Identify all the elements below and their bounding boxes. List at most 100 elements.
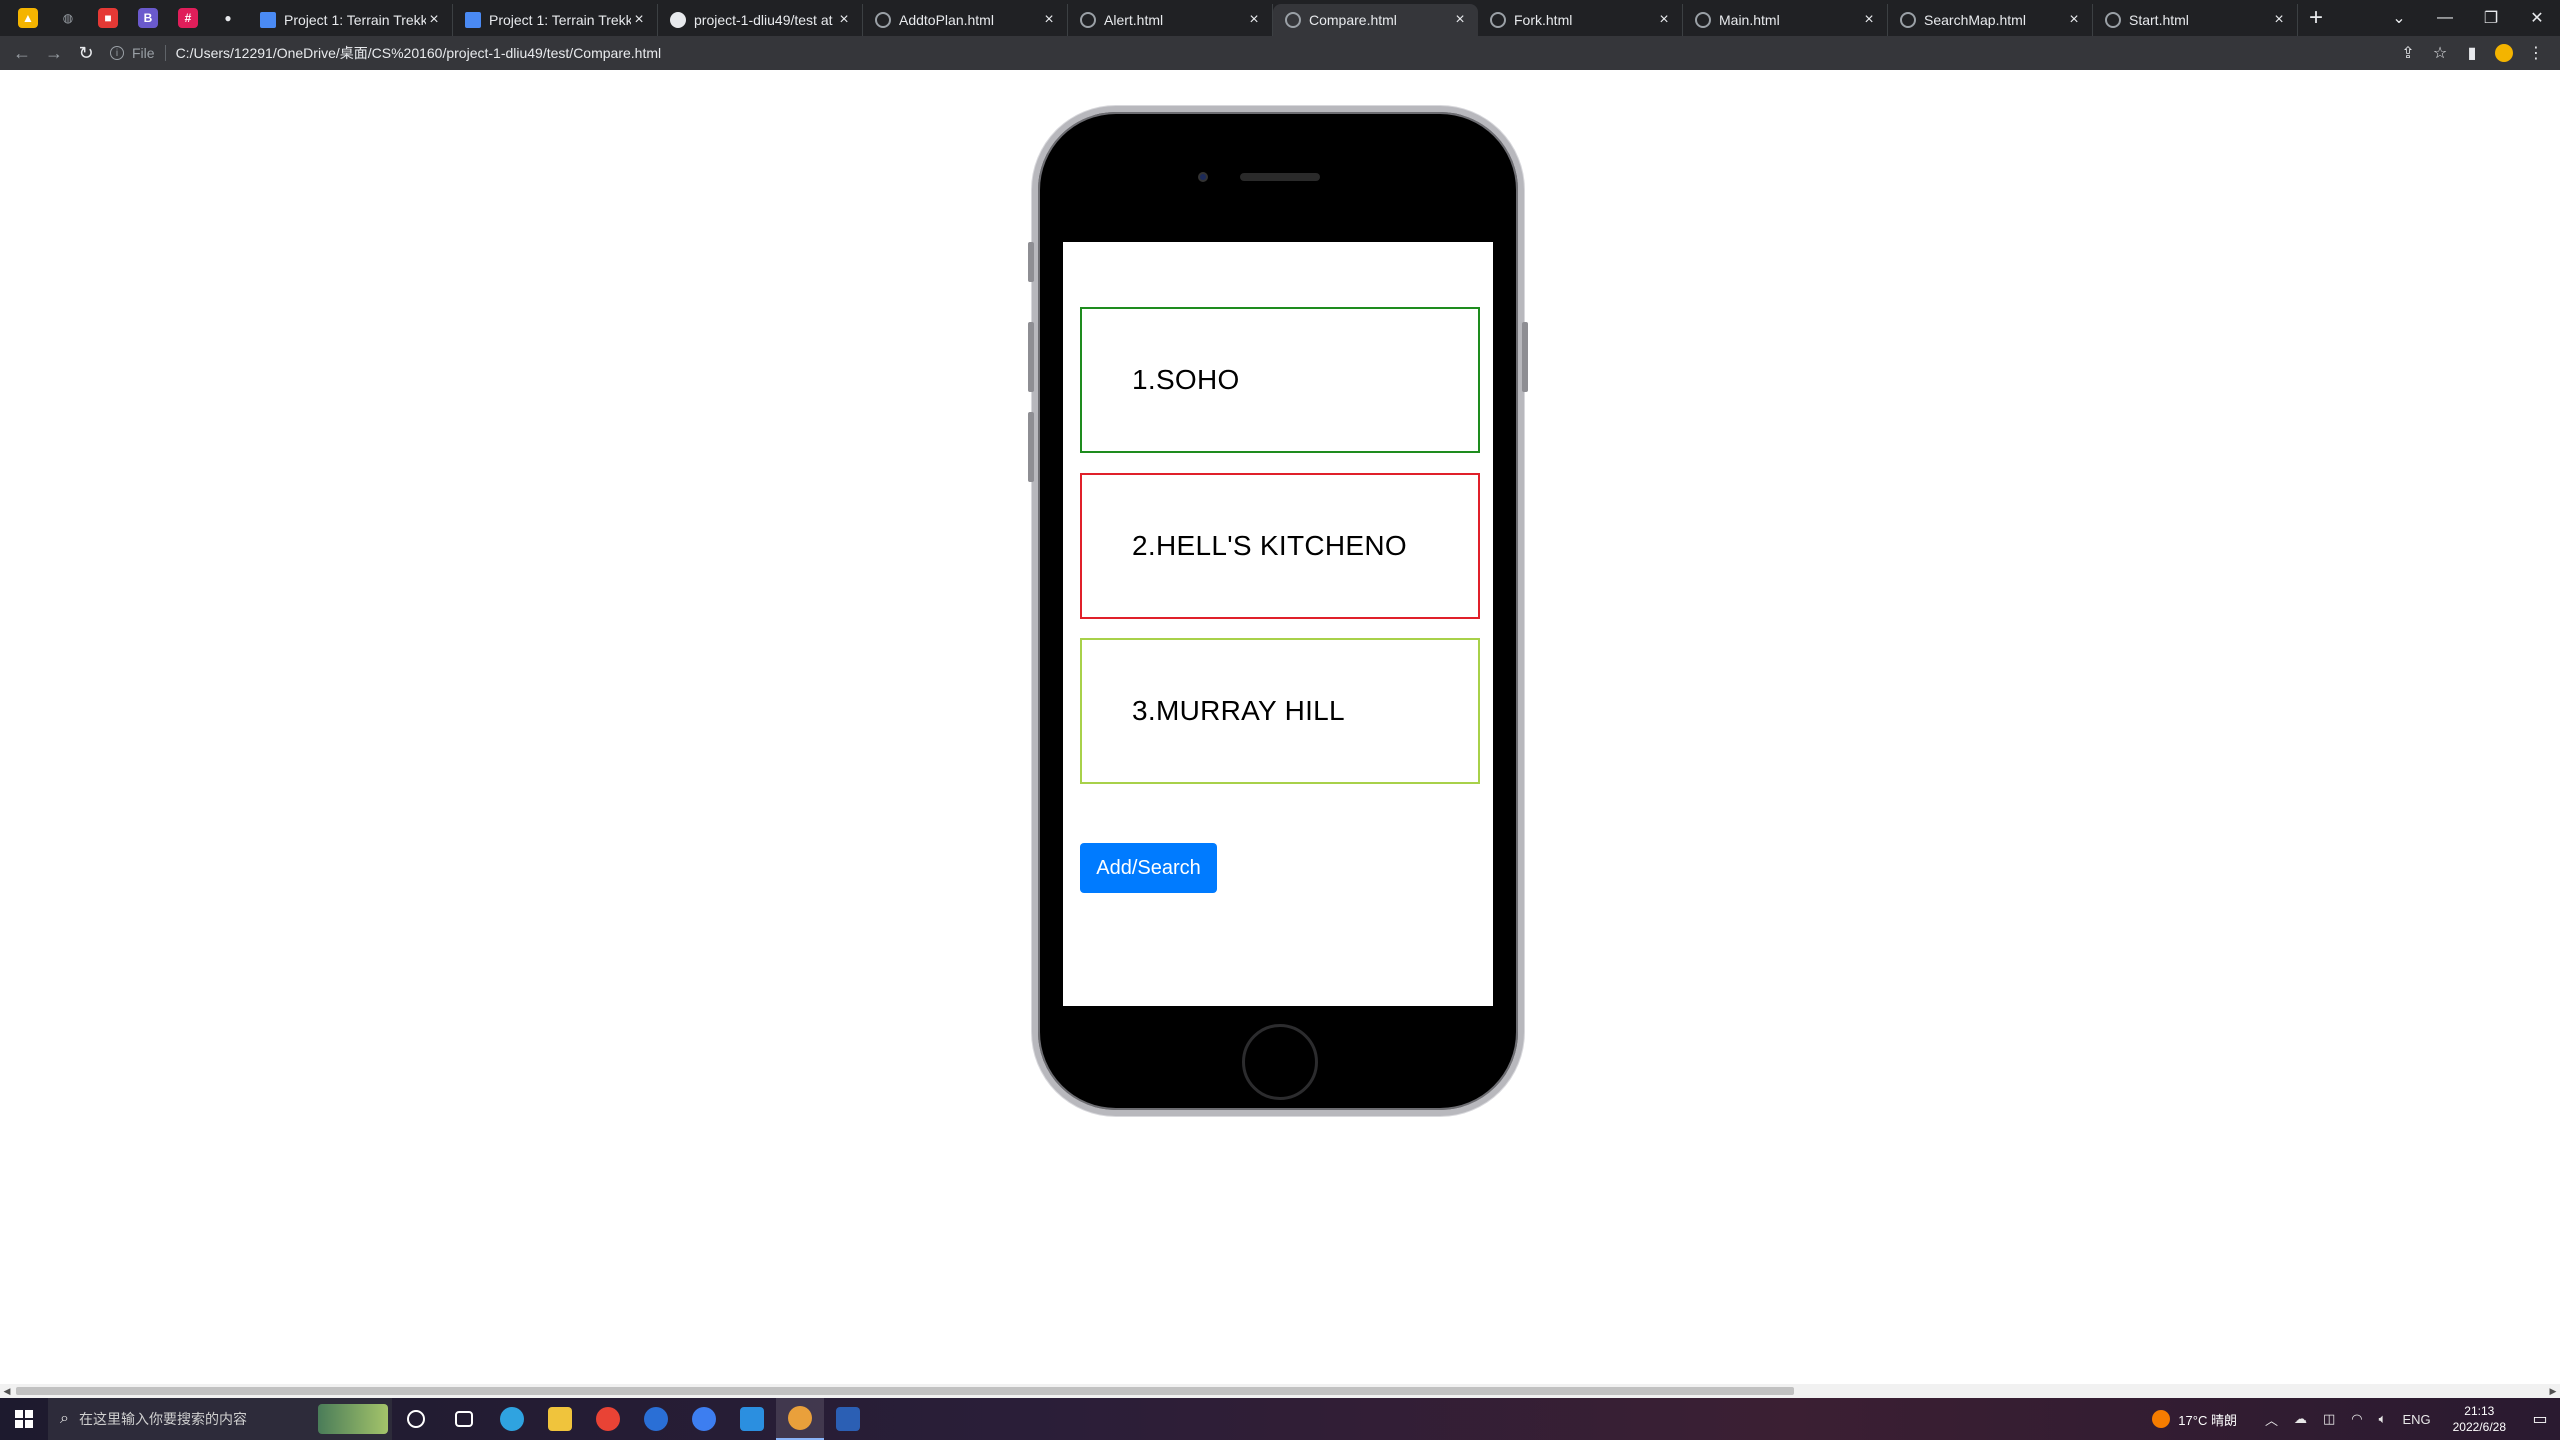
system-tray: 17°C 晴朗 ︿ ☁ ◫ ◠ 🔈︎ ENG 21:13 2022/6/28 ▭ (2152, 1398, 2560, 1440)
window-controls: ⌄ — ❐ ✕ (2376, 0, 2560, 36)
minimize-button[interactable]: — (2422, 9, 2468, 27)
browser-tab[interactable]: Start.html × (2093, 4, 2298, 36)
tab-title: Alert.html (1104, 12, 1164, 28)
restore-button[interactable]: ❐ (2468, 8, 2514, 28)
horizontal-scrollbar[interactable]: ◀ ▶ (0, 1384, 2560, 1398)
add-search-button[interactable]: Add/Search (1080, 843, 1217, 893)
docs-icon (260, 12, 276, 28)
pinned-tab[interactable]: # (168, 2, 208, 34)
tab-title: Fork.html (1514, 12, 1573, 28)
browser-tab[interactable]: AddtoPlan.html × (863, 4, 1068, 36)
globe-icon: ◍ (62, 11, 74, 25)
word-icon (836, 1407, 860, 1431)
search-highlight-image (318, 1404, 388, 1434)
taskbar-app[interactable] (488, 1398, 536, 1440)
profile-avatar[interactable] (2495, 44, 2513, 62)
scheme-label: File (132, 45, 166, 61)
browser-toolbar: ← → ↻ i File C:/Users/12291/OneDrive/桌面/… (0, 36, 2560, 70)
tab-close-icon[interactable]: × (1246, 11, 1262, 29)
browser-tab[interactable]: project-1-dliu49/test at × (658, 4, 863, 36)
taskbar-app[interactable] (632, 1398, 680, 1440)
vscode-icon (740, 1407, 764, 1431)
phone-power-button (1522, 322, 1528, 392)
taskbar-app[interactable] (440, 1398, 488, 1440)
forward-button[interactable]: → (38, 43, 70, 64)
browser-tab[interactable]: Project 1: Terrain Trekker × (248, 4, 453, 36)
iphone-mockup: 1.SOHO 2.HELL'S KITCHENO 3.MURRAY HILL A… (1028, 106, 1528, 1116)
browser-tab[interactable]: Project 1: Terrain Trekker × (453, 4, 658, 36)
compare-item-3[interactable]: 3.MURRAY HILL (1080, 638, 1480, 784)
clock[interactable]: 21:13 2022/6/28 (2453, 1403, 2506, 1435)
browser-tab[interactable]: Alert.html × (1068, 4, 1273, 36)
pinned-tab[interactable]: ■ (88, 2, 128, 34)
start-button[interactable] (0, 1398, 48, 1440)
task-view-icon (455, 1411, 473, 1427)
compare-item-2[interactable]: 2.HELL'S KITCHENO (1080, 473, 1480, 619)
chrome-dev-icon (788, 1406, 812, 1430)
phone-camera (1198, 172, 1208, 182)
browser-tab[interactable]: SearchMap.html × (1888, 4, 2093, 36)
tab-close-icon[interactable]: × (1656, 11, 1672, 29)
reload-button[interactable]: ↻ (70, 43, 102, 64)
pinned-tab[interactable]: B (128, 2, 168, 34)
back-button[interactable]: ← (6, 43, 38, 64)
side-panel-icon[interactable]: ▮ (2456, 43, 2488, 63)
menu-kebab-icon[interactable]: ⋮ (2520, 43, 2552, 63)
browser-tab[interactable]: Fork.html × (1478, 4, 1683, 36)
windows-logo-icon (15, 1410, 33, 1428)
pinned-tab[interactable]: ◍ (48, 2, 88, 34)
wifi-icon[interactable]: ◠ (2351, 1411, 2362, 1427)
taskbar-app[interactable] (392, 1398, 440, 1440)
bookmark-star-icon[interactable]: ☆ (2424, 43, 2456, 63)
tab-close-icon[interactable]: × (2066, 11, 2082, 29)
address-bar[interactable]: i File C:/Users/12291/OneDrive/桌面/CS%201… (110, 39, 2370, 67)
chrome-icon (596, 1407, 620, 1431)
network-icon[interactable]: ◫ (2323, 1411, 2335, 1427)
input-language[interactable]: ENG (2402, 1412, 2430, 1427)
scrollbar-thumb[interactable] (16, 1387, 1794, 1395)
volume-icon[interactable]: 🔈︎ (2379, 1411, 2387, 1427)
search-icon: ⌕ (60, 1410, 69, 1427)
scroll-left-arrow-icon[interactable]: ◀ (0, 1384, 14, 1398)
compare-item-label: 3.MURRAY HILL (1132, 695, 1345, 726)
tab-close-icon[interactable]: × (836, 11, 852, 29)
close-window-button[interactable]: ✕ (2514, 8, 2560, 28)
notification-center-icon[interactable]: ▭ (2520, 1409, 2560, 1429)
pinned-tab[interactable]: ▲ (8, 2, 48, 34)
clock-time: 21:13 (2464, 1404, 2495, 1418)
phone-volume-down (1028, 412, 1034, 482)
tab-close-icon[interactable]: × (2271, 11, 2287, 29)
browser-tab[interactable]: Main.html × (1683, 4, 1888, 36)
taskbar-app[interactable] (824, 1398, 872, 1440)
taskbar-app[interactable] (584, 1398, 632, 1440)
tray-chevron-icon[interactable]: ︿ (2265, 1410, 2278, 1429)
weather-text[interactable]: 17°C 晴朗 (2178, 1410, 2237, 1429)
compare-item-1[interactable]: 1.SOHO (1080, 307, 1480, 453)
share-icon[interactable]: ⇪ (2392, 43, 2424, 63)
tab-close-icon[interactable]: × (1861, 11, 1877, 29)
new-tab-button[interactable]: + (2298, 4, 2334, 32)
onedrive-icon[interactable]: ☁ (2294, 1411, 2307, 1427)
url-text[interactable]: C:/Users/12291/OneDrive/桌面/CS%20160/proj… (176, 43, 662, 63)
browser-tab[interactable]: Compare.html × (1273, 4, 1478, 36)
cortana-icon (407, 1410, 425, 1428)
taskbar-app[interactable] (536, 1398, 584, 1440)
pinned-tab[interactable]: ● (208, 2, 248, 34)
taskbar-app[interactable] (776, 1398, 824, 1440)
edge-icon (500, 1407, 524, 1431)
toolbar-actions: ⇪ ☆ ▮ ⋮ (2392, 36, 2552, 70)
tab-close-icon[interactable]: × (1452, 11, 1468, 29)
taskbar-app[interactable] (680, 1398, 728, 1440)
tab-close-icon[interactable]: × (631, 11, 647, 29)
taskbar-apps (392, 1398, 872, 1440)
info-icon[interactable]: i (110, 46, 124, 60)
scroll-right-arrow-icon[interactable]: ▶ (2546, 1384, 2560, 1398)
taskbar-app[interactable] (728, 1398, 776, 1440)
tab-close-icon[interactable]: × (1041, 11, 1057, 29)
app-blue-icon (692, 1407, 716, 1431)
tab-search-chevron-icon[interactable]: ⌄ (2376, 8, 2422, 28)
taskbar-search-box[interactable]: ⌕ 在这里输入你要搜索的内容 (48, 1398, 392, 1440)
phone-mute-switch (1028, 242, 1034, 282)
phone-screen: 1.SOHO 2.HELL'S KITCHENO 3.MURRAY HILL A… (1063, 242, 1493, 1006)
tab-close-icon[interactable]: × (426, 11, 442, 29)
